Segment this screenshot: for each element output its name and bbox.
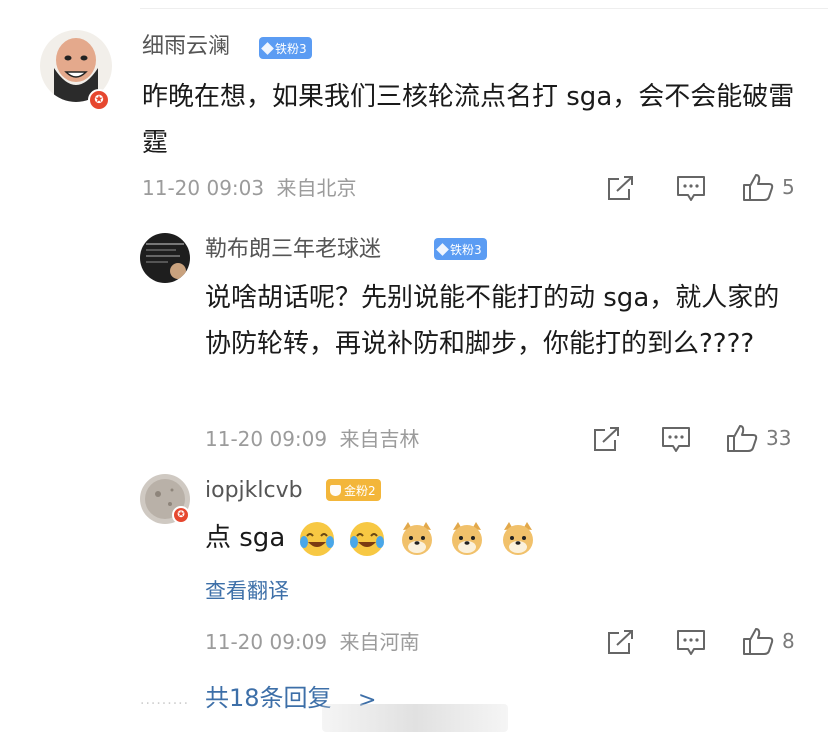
fan-badge-label: 铁粉3: [275, 41, 307, 56]
like-count: 5: [782, 175, 795, 199]
translate-link[interactable]: 查看翻译: [205, 581, 289, 602]
reply-meta: 11-20 09:09 来自吉林: [205, 429, 419, 449]
like-button[interactable]: 33: [726, 423, 791, 453]
like-button[interactable]: 8: [742, 626, 795, 656]
fan-badge[interactable]: 金粉2: [326, 479, 381, 501]
share-icon: [607, 629, 635, 655]
verified-icon: ✪: [88, 89, 110, 111]
gold-fan-icon: [330, 484, 341, 496]
fan-badge-label: 铁粉3: [450, 242, 482, 257]
avatar[interactable]: [140, 233, 190, 283]
like-icon: [742, 172, 774, 202]
fan-badge-label: 金粉2: [344, 483, 376, 498]
comment-date: 11-20 09:03: [142, 176, 265, 200]
fan-badge[interactable]: 铁粉3: [434, 238, 487, 260]
reply-button[interactable]: [676, 175, 706, 203]
reply-date: 11-20 09:09: [205, 427, 328, 451]
comment-icon: [661, 426, 691, 454]
reply-text: 点 sga: [205, 523, 286, 553]
comment-text: 昨晚在想，如果我们三核轮流点名打 sga，会不会能破雷霆: [142, 82, 795, 158]
reply-text: 说啥胡话呢？先别说能不能打的动 sga，就人家的协防轮转，再说补防和脚步，你能打…: [205, 283, 780, 359]
comment-location: 来自北京: [276, 176, 357, 200]
diamond-icon: [436, 242, 449, 256]
like-icon: [742, 626, 774, 656]
username[interactable]: 细雨云澜: [142, 36, 230, 58]
like-icon: [726, 423, 758, 453]
comment-icon: [676, 629, 706, 657]
like-count: 33: [766, 426, 792, 450]
top-divider: [140, 8, 828, 9]
laugh-cry-emoji: [348, 520, 386, 558]
doge-emoji: [499, 520, 537, 558]
comment-meta: 11-20 09:03 来自北京: [142, 178, 356, 198]
share-icon: [593, 426, 621, 452]
reply-location: 来自吉林: [339, 427, 420, 451]
share-icon: [607, 175, 635, 201]
laugh-cry-emoji: [298, 520, 336, 558]
fan-badge[interactable]: 铁粉3: [259, 37, 312, 59]
reply-meta: 11-20 09:09 来自河南: [205, 632, 419, 652]
reply-button[interactable]: [661, 426, 691, 454]
more-replies-link[interactable]: 共18条回复: [205, 686, 332, 710]
watermark: [322, 704, 508, 732]
username[interactable]: 勒布朗三年老球迷: [205, 239, 381, 261]
reply-button[interactable]: [676, 629, 706, 657]
diamond-icon: [261, 41, 274, 55]
like-button[interactable]: 5: [742, 172, 795, 202]
doge-emoji: [448, 520, 486, 558]
doge-emoji: [398, 520, 436, 558]
share-button[interactable]: [607, 629, 635, 655]
comment-icon: [676, 175, 706, 203]
like-count: 8: [782, 629, 795, 653]
reply-location: 来自河南: [339, 630, 420, 654]
verified-icon: ✪: [172, 506, 190, 524]
reply-date: 11-20 09:09: [205, 630, 328, 654]
share-button[interactable]: [593, 426, 621, 452]
share-button[interactable]: [607, 175, 635, 201]
reply-divider-dots: ·········: [140, 696, 190, 712]
username[interactable]: iopjklcvb: [205, 480, 303, 502]
reply-text-line: 点 sga: [205, 515, 537, 561]
